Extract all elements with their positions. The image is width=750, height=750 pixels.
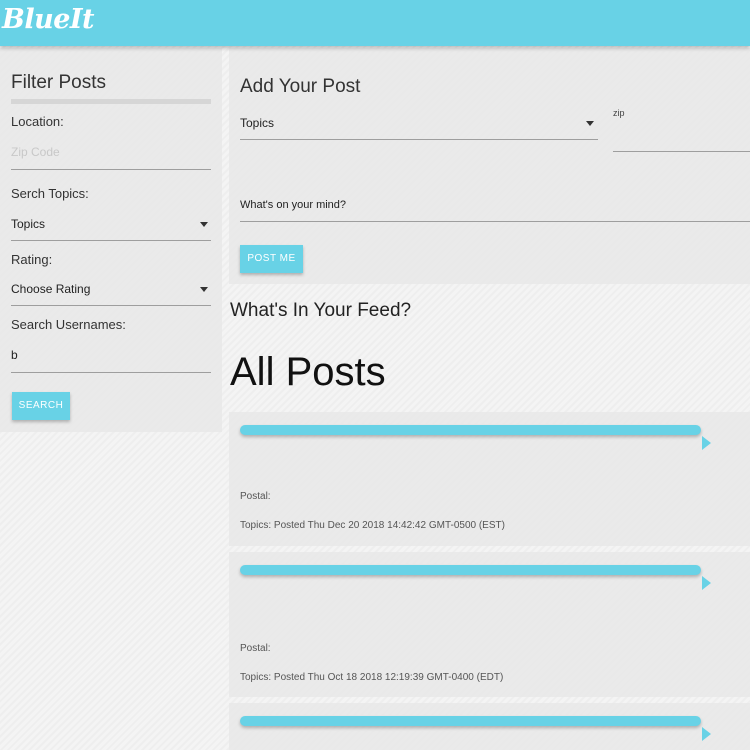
search-usernames-label: Search Usernames: (11, 317, 126, 332)
feed-title: What's In Your Feed? (230, 300, 412, 321)
usernames-input[interactable]: b (11, 348, 18, 362)
post-title-bar (240, 716, 701, 726)
post-postal: Postal: (240, 491, 271, 502)
chevron-down-icon (200, 287, 208, 292)
chevron-down-icon (200, 222, 208, 227)
post-topics-date: Topics: Posted Thu Dec 20 2018 14:42:42 … (240, 520, 505, 531)
topics-underline (11, 240, 211, 241)
mind-input[interactable]: What's on your mind? (240, 199, 346, 211)
post-topics-value: Topics (240, 116, 275, 130)
all-posts-heading: All Posts (230, 350, 386, 394)
rating-label: Rating: (11, 252, 53, 267)
filter-title: Filter Posts (11, 72, 107, 93)
post-me-button[interactable]: POST ME (240, 245, 303, 273)
post-title-bar (240, 565, 701, 575)
mind-underline (240, 221, 750, 222)
post-card[interactable] (229, 703, 750, 750)
zip-code-input[interactable]: Zip Code (11, 145, 60, 159)
expand-arrow-icon[interactable] (702, 727, 711, 741)
add-post-panel: Add Your Post Topics zip What's on your … (229, 48, 750, 284)
location-label: Location: (11, 114, 64, 129)
post-topics-underline (240, 139, 598, 140)
top-nav-bar: BlueIt (0, 0, 750, 46)
post-topics-date: Topics: Posted Thu Oct 18 2018 12:19:39 … (240, 672, 504, 683)
add-post-title: Add Your Post (240, 76, 361, 97)
post-postal: Postal: (240, 643, 271, 654)
expand-arrow-icon[interactable] (702, 576, 711, 590)
filter-panel: Filter Posts Location: Zip Code Serch To… (0, 48, 222, 432)
expand-arrow-icon[interactable] (702, 436, 711, 450)
usernames-underline (11, 372, 211, 373)
post-card[interactable]: Postal: Topics: Posted Thu Dec 20 2018 1… (229, 412, 750, 546)
brand-logo[interactable]: BlueIt (2, 4, 95, 35)
post-title-bar (240, 425, 701, 435)
search-topics-label: Serch Topics: (11, 186, 89, 201)
zip-code-underline (11, 169, 211, 170)
rating-underline (11, 305, 211, 306)
filter-divider (11, 99, 211, 104)
rating-select-value: Choose Rating (11, 282, 91, 296)
topics-select-value: Topics (11, 217, 46, 231)
post-card[interactable]: Postal: Topics: Posted Thu Oct 18 2018 1… (229, 552, 750, 697)
zip-input[interactable] (613, 151, 750, 152)
search-button[interactable]: SEARCH (12, 392, 70, 420)
chevron-down-icon (586, 121, 594, 126)
zip-label: zip (613, 108, 625, 118)
